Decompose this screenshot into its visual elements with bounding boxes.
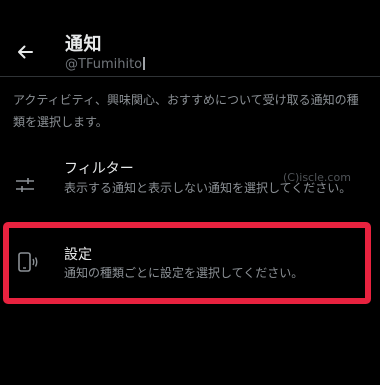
page-description: アクティビティ、興味関心、おすすめについて受け取る通知の種類を選択します。: [13, 93, 359, 129]
text-cursor: [143, 57, 146, 70]
filter-row[interactable]: フィルター 表示する通知と表示しない通知を選択してください。: [0, 153, 380, 221]
settings-description: 通知の種類ごとに設定を選択してください。: [64, 266, 304, 280]
settings-row[interactable]: 設定 通知の種類ごとに設定を選択してください。: [0, 222, 380, 304]
top-bar: 通知 @TFumihito: [0, 0, 380, 77]
account-handle: @TFumihito: [65, 57, 146, 73]
arrow-left-icon: [18, 45, 33, 59]
settings-label: 設定: [64, 247, 92, 263]
phone-vibrate-icon: [16, 250, 40, 274]
watermark: (C)iscle.com: [283, 171, 351, 184]
handle-text: @TFumihito: [65, 57, 143, 72]
back-button[interactable]: [10, 38, 40, 66]
page-title: 通知: [65, 34, 102, 55]
sliders-icon: [14, 175, 36, 195]
filter-label: フィルター: [64, 161, 134, 177]
